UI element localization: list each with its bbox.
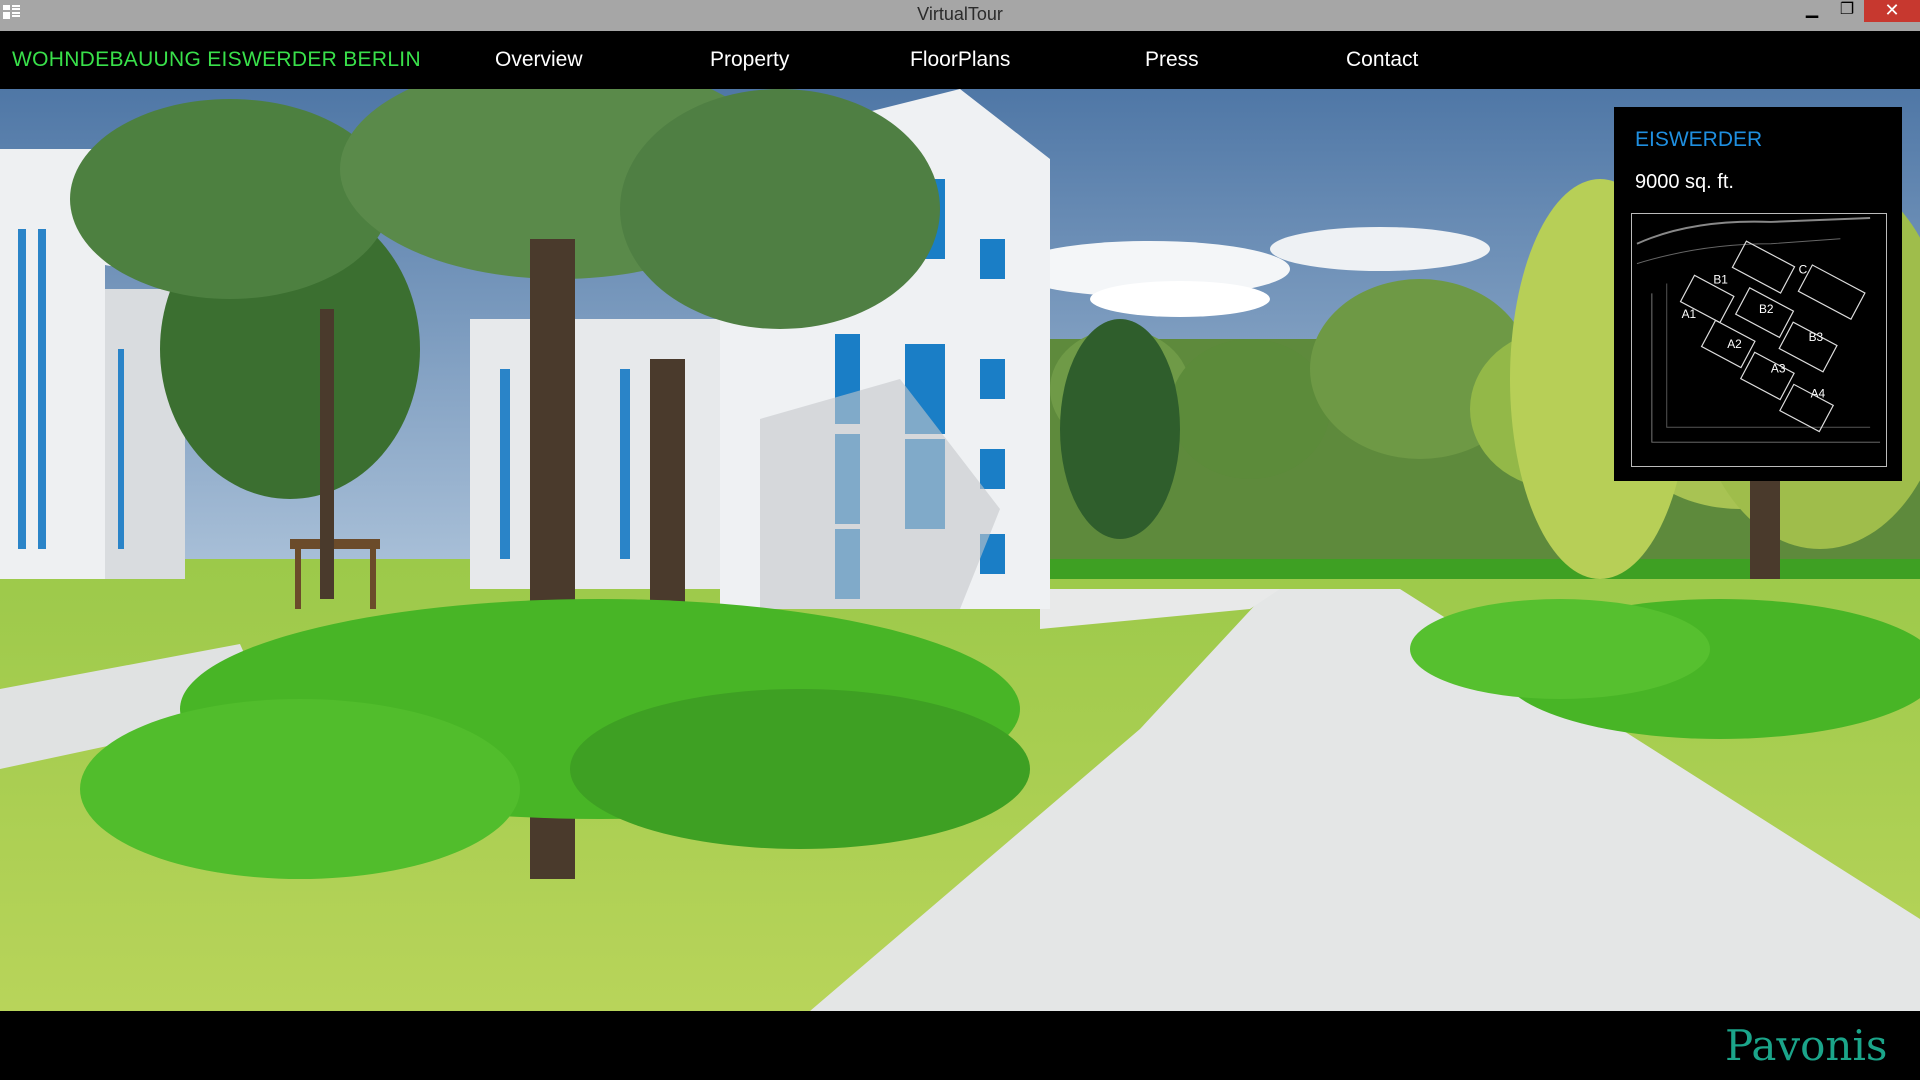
plan-label-a3: A3 — [1771, 362, 1786, 376]
plan-label-a2: A2 — [1727, 337, 1742, 351]
window-title: VirtualTour — [917, 4, 1003, 24]
top-navigation: WOHNDEBAUUNG EISWERDER BERLIN Overview P… — [0, 31, 1920, 89]
plan-label-a4: A4 — [1811, 387, 1826, 401]
nav-overview[interactable]: Overview — [495, 31, 583, 89]
close-button[interactable]: ✕ — [1864, 0, 1920, 22]
bottom-bar: Pavonis — [0, 1011, 1920, 1080]
property-info-panel: EISWERDER 9000 sq. ft. B1 C B2 A1 B3 A2 … — [1614, 107, 1902, 481]
plan-label-c: C — [1799, 263, 1808, 277]
site-plan-map[interactable]: B1 C B2 A1 B3 A2 A3 A4 — [1631, 213, 1887, 467]
plan-label-a1: A1 — [1682, 307, 1697, 321]
property-name: EISWERDER — [1635, 128, 1763, 151]
window-titlebar: VirtualTour ▁ ❐ ✕ — [0, 0, 1920, 31]
brand-title[interactable]: WOHNDEBAUUNG EISWERDER BERLIN — [12, 31, 421, 89]
nav-property[interactable]: Property — [710, 31, 789, 89]
plan-label-b2: B2 — [1759, 302, 1774, 316]
nav-floorplans[interactable]: FloorPlans — [910, 31, 1010, 89]
property-area: 9000 sq. ft. — [1635, 171, 1734, 193]
plan-label-b1: B1 — [1713, 272, 1728, 286]
nav-press[interactable]: Press — [1145, 31, 1199, 89]
maximize-button[interactable]: ❐ — [1830, 0, 1864, 22]
plan-label-b3: B3 — [1809, 330, 1824, 344]
nav-contact[interactable]: Contact — [1346, 31, 1418, 89]
pavonis-logo: Pavonis — [1725, 1021, 1888, 1070]
minimize-button[interactable]: ▁ — [1795, 0, 1829, 22]
